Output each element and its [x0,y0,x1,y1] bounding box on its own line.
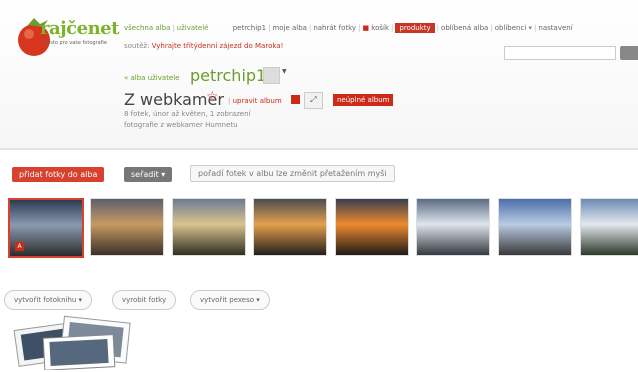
contest-banner: soutěž: Vyhrajte třítýdenní zájezd do Ma… [124,42,283,50]
nav-all-albums[interactable]: všechna alba [124,24,170,32]
contest-label: soutěž: [124,42,150,50]
nav-user[interactable]: petrchip1 [233,24,266,32]
chevron-down-icon[interactable]: ▼ [282,68,287,75]
photobook-image [13,315,131,370]
expand-icon[interactable]: ⤢ [304,92,323,109]
edit-album-label[interactable]: upravit album [233,97,282,105]
photo-thumbnail[interactable] [416,198,490,256]
add-photos-button[interactable]: přidat fotky do alba [12,167,105,182]
nav-products[interactable]: produkty [395,23,435,33]
print-photos-button[interactable]: vyrobit fotky [112,290,177,310]
avatar[interactable] [263,67,280,84]
photo-thumbnail[interactable] [580,198,638,256]
nav-cart[interactable]: košík [371,24,389,32]
cart-icon: ■ [362,24,370,32]
nav-fav-albums[interactable]: oblíbená alba [441,24,488,32]
status-badge[interactable]: neúplné album [333,94,394,106]
nav-users[interactable]: uživatelé [177,24,209,32]
photo-thumbnail[interactable] [172,198,246,256]
album-meta: 8 fotek, únor až květen, 1 zobrazení [124,110,251,118]
nav-settings[interactable]: nastavení [538,24,572,32]
create-photobook-button[interactable]: vytvořit fotoknihu ▾ [4,290,93,310]
photo-thumbnail[interactable] [253,198,327,256]
thumbnail-strip: A [0,198,638,260]
edit-album-link[interactable]: | upravit album [228,97,282,105]
breadcrumb[interactable]: « alba uživatele [124,74,180,82]
album-cover-icon: A [15,242,24,251]
header-divider [0,148,638,150]
reorder-hint: pořadí fotek v albu lze změnit přetažení… [190,165,395,182]
top-navigation: všechna alba | uživatelé petrchip1 | moje al… [124,23,573,33]
search-button[interactable] [620,46,638,60]
nav-my-albums[interactable]: moje alba [272,24,307,32]
search-input[interactable] [504,46,616,60]
nav-favorites[interactable]: oblíbenci [495,24,527,32]
photo-thumbnail[interactable] [335,198,409,256]
logo-brand[interactable]: rajčenet [40,18,119,39]
star-icon[interactable]: ☆ [206,89,219,105]
contest-link[interactable]: Vyhrajte třítýdenní zájezd do Maroka! [152,42,284,50]
photo-thumbnail[interactable] [498,198,572,256]
album-description: fotografie z webkamer Humnetu [124,121,238,129]
logo-tagline: místo pro vaše fotografie [44,40,107,46]
photo-thumbnail[interactable]: A [8,198,84,258]
create-pexeso-button[interactable]: vytvořit pexeso ▾ [190,290,270,310]
photo-thumbnail[interactable] [90,198,164,256]
album-owner[interactable]: petrchip1 [190,66,266,85]
nav-upload[interactable]: nahrát fotky [313,24,356,32]
pencil-icon[interactable] [291,95,300,104]
sort-button[interactable]: seřadit ▾ [124,167,173,182]
